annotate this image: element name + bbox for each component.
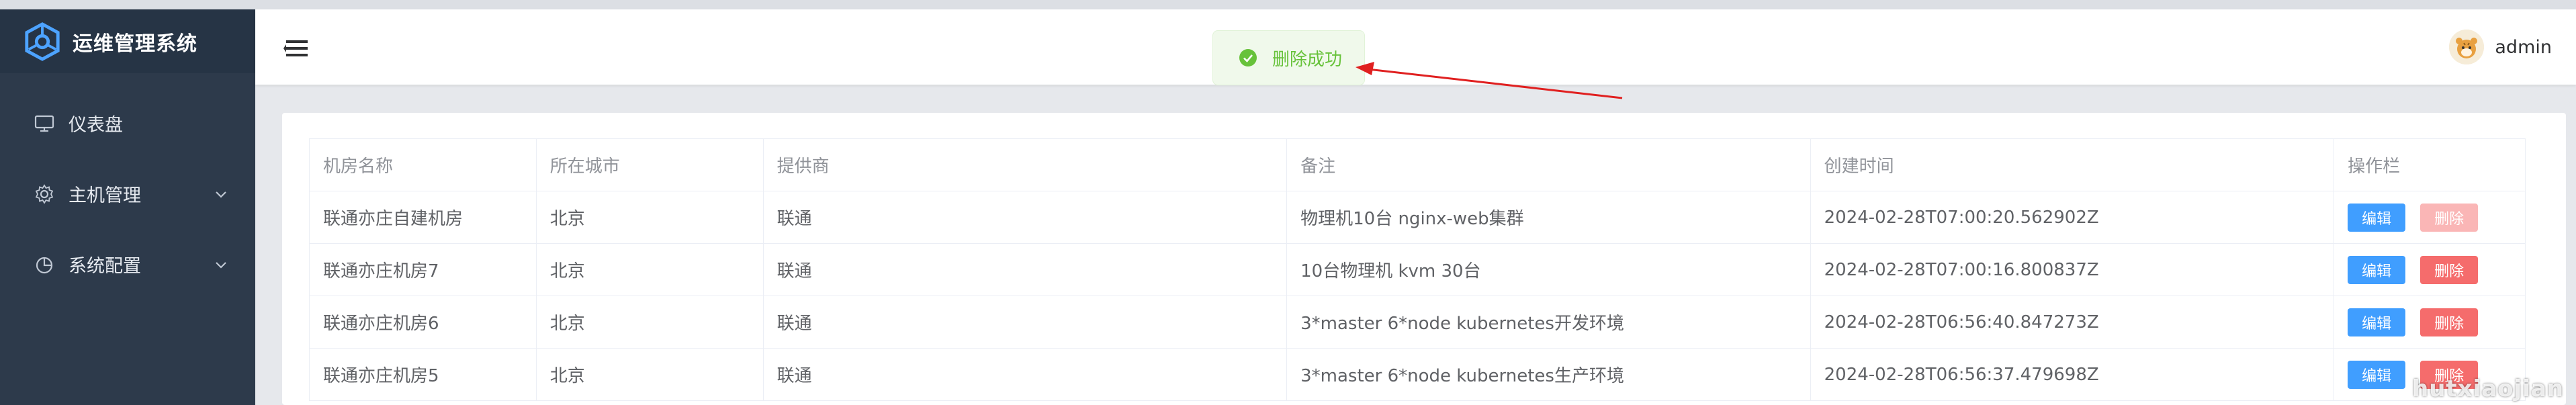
cell-city: 北京 [537,191,764,244]
cell-created: 2024-02-28T06:56:37.479698Z [1811,348,2335,401]
sidebar-item-label: 主机管理 [69,185,141,206]
column-header-note: 备注 [1287,138,1811,191]
cell-name: 联通亦庄机房6 [310,296,537,349]
table-header-row: 机房名称 所在城市 提供商 备注 创建时间 操作栏 [310,138,2525,191]
edit-button[interactable]: 编辑 [2348,308,2406,336]
column-header-actions: 操作栏 [2348,156,2401,177]
delete-button[interactable]: 删除 [2420,308,2479,336]
main-card: 机房名称 所在城市 提供商 备注 创建时间 操作栏 联通亦庄自建机房 北京 联通… [282,113,2566,405]
table-row: 联通亦庄自建机房 北京 联通 物理机10台 nginx-web集群 2024-0… [310,191,2525,244]
sidebar-item-label: 仪表盘 [69,115,123,136]
cell-city: 北京 [537,348,764,401]
edit-button[interactable]: 编辑 [2348,203,2406,232]
table-row: 联通亦庄机房5 北京 联通 3*master 6*node kubernetes… [310,348,2525,401]
cell-name: 联通亦庄机房7 [310,243,537,296]
top-strip [0,0,2576,9]
sidebar: 运维管理系统 仪表盘 主机管理 系统配置 [0,9,255,405]
user-menu[interactable]: admin [2449,27,2552,67]
table-row: 联通亦庄机房7 北京 联通 10台物理机 kvm 30台 2024-02-28T… [310,243,2525,296]
toast-message: 删除成功 [1272,49,1343,70]
cell-city: 北京 [537,296,764,349]
logo-icon [25,21,60,61]
cell-provider: 联通 [764,191,1288,244]
cell-created: 2024-02-28T07:00:20.562902Z [1811,191,2335,244]
edit-button[interactable]: 编辑 [2348,255,2406,284]
table-row: 联通亦庄机房6 北京 联通 3*master 6*node kubernetes… [310,296,2525,349]
cell-created: 2024-02-28T06:56:40.847273Z [1811,296,2335,349]
cell-provider: 联通 [764,243,1288,296]
column-header-created: 创建时间 [1811,138,2335,191]
cell-actions: 编辑 删除 [2334,296,2525,349]
hamburger-menu-icon[interactable] [283,35,310,62]
sidebar-item-label: 系统配置 [69,256,141,277]
success-toast: 删除成功 [1212,30,1365,85]
edit-button[interactable]: 编辑 [2348,360,2406,389]
avatar[interactable] [2449,30,2485,64]
cell-created: 2024-02-28T07:00:16.800837Z [1811,243,2335,296]
column-header-city: 所在城市 [537,138,764,191]
avatar-tiger-icon [2449,30,2485,64]
sidebar-menu: 仪表盘 主机管理 系统配置 [0,73,255,300]
app-root: 运维管理系统 仪表盘 主机管理 系统配置 admin 删除成功 机房名称 所在城… [0,0,2576,405]
cell-provider: 联通 [764,348,1288,401]
column-header-provider: 提供商 [764,138,1288,191]
cell-note: 10台物理机 kvm 30台 [1287,243,1811,296]
chevron-down-icon [216,191,226,198]
cell-city: 北京 [537,243,764,296]
sidebar-item-system-config[interactable]: 系统配置 [0,229,255,300]
column-header-name: 机房名称 [310,138,537,191]
annotation-arrow [1356,62,1623,99]
delete-button[interactable]: 删除 [2420,203,2479,232]
delete-button[interactable]: 删除 [2420,255,2479,284]
brand[interactable]: 运维管理系统 [0,9,255,73]
username[interactable]: admin [2495,37,2552,58]
sidebar-item-host-management[interactable]: 主机管理 [0,159,255,229]
cell-actions: 编辑 删除 [2334,244,2525,296]
monitor-icon [34,115,54,132]
cell-note: 物理机10台 nginx-web集群 [1287,191,1811,244]
pie-chart-icon [36,257,53,273]
gear-icon [35,183,54,204]
check-circle-icon [1239,49,1257,66]
cell-name: 联通亦庄自建机房 [310,191,537,244]
brand-title: 运维管理系统 [73,32,197,56]
cell-name: 联通亦庄机房5 [310,348,537,401]
watermark: hutxiaojian [2411,375,2564,402]
sidebar-item-dashboard[interactable]: 仪表盘 [0,88,255,159]
chevron-down-icon [216,261,226,269]
cell-note: 3*master 6*node kubernetes生产环境 [1287,348,1811,401]
datacenter-table: 机房名称 所在城市 提供商 备注 创建时间 操作栏 联通亦庄自建机房 北京 联通… [309,138,2526,401]
cell-note: 3*master 6*node kubernetes开发环境 [1287,296,1811,349]
cell-provider: 联通 [764,296,1288,349]
cell-actions: 编辑 删除 [2334,191,2525,244]
